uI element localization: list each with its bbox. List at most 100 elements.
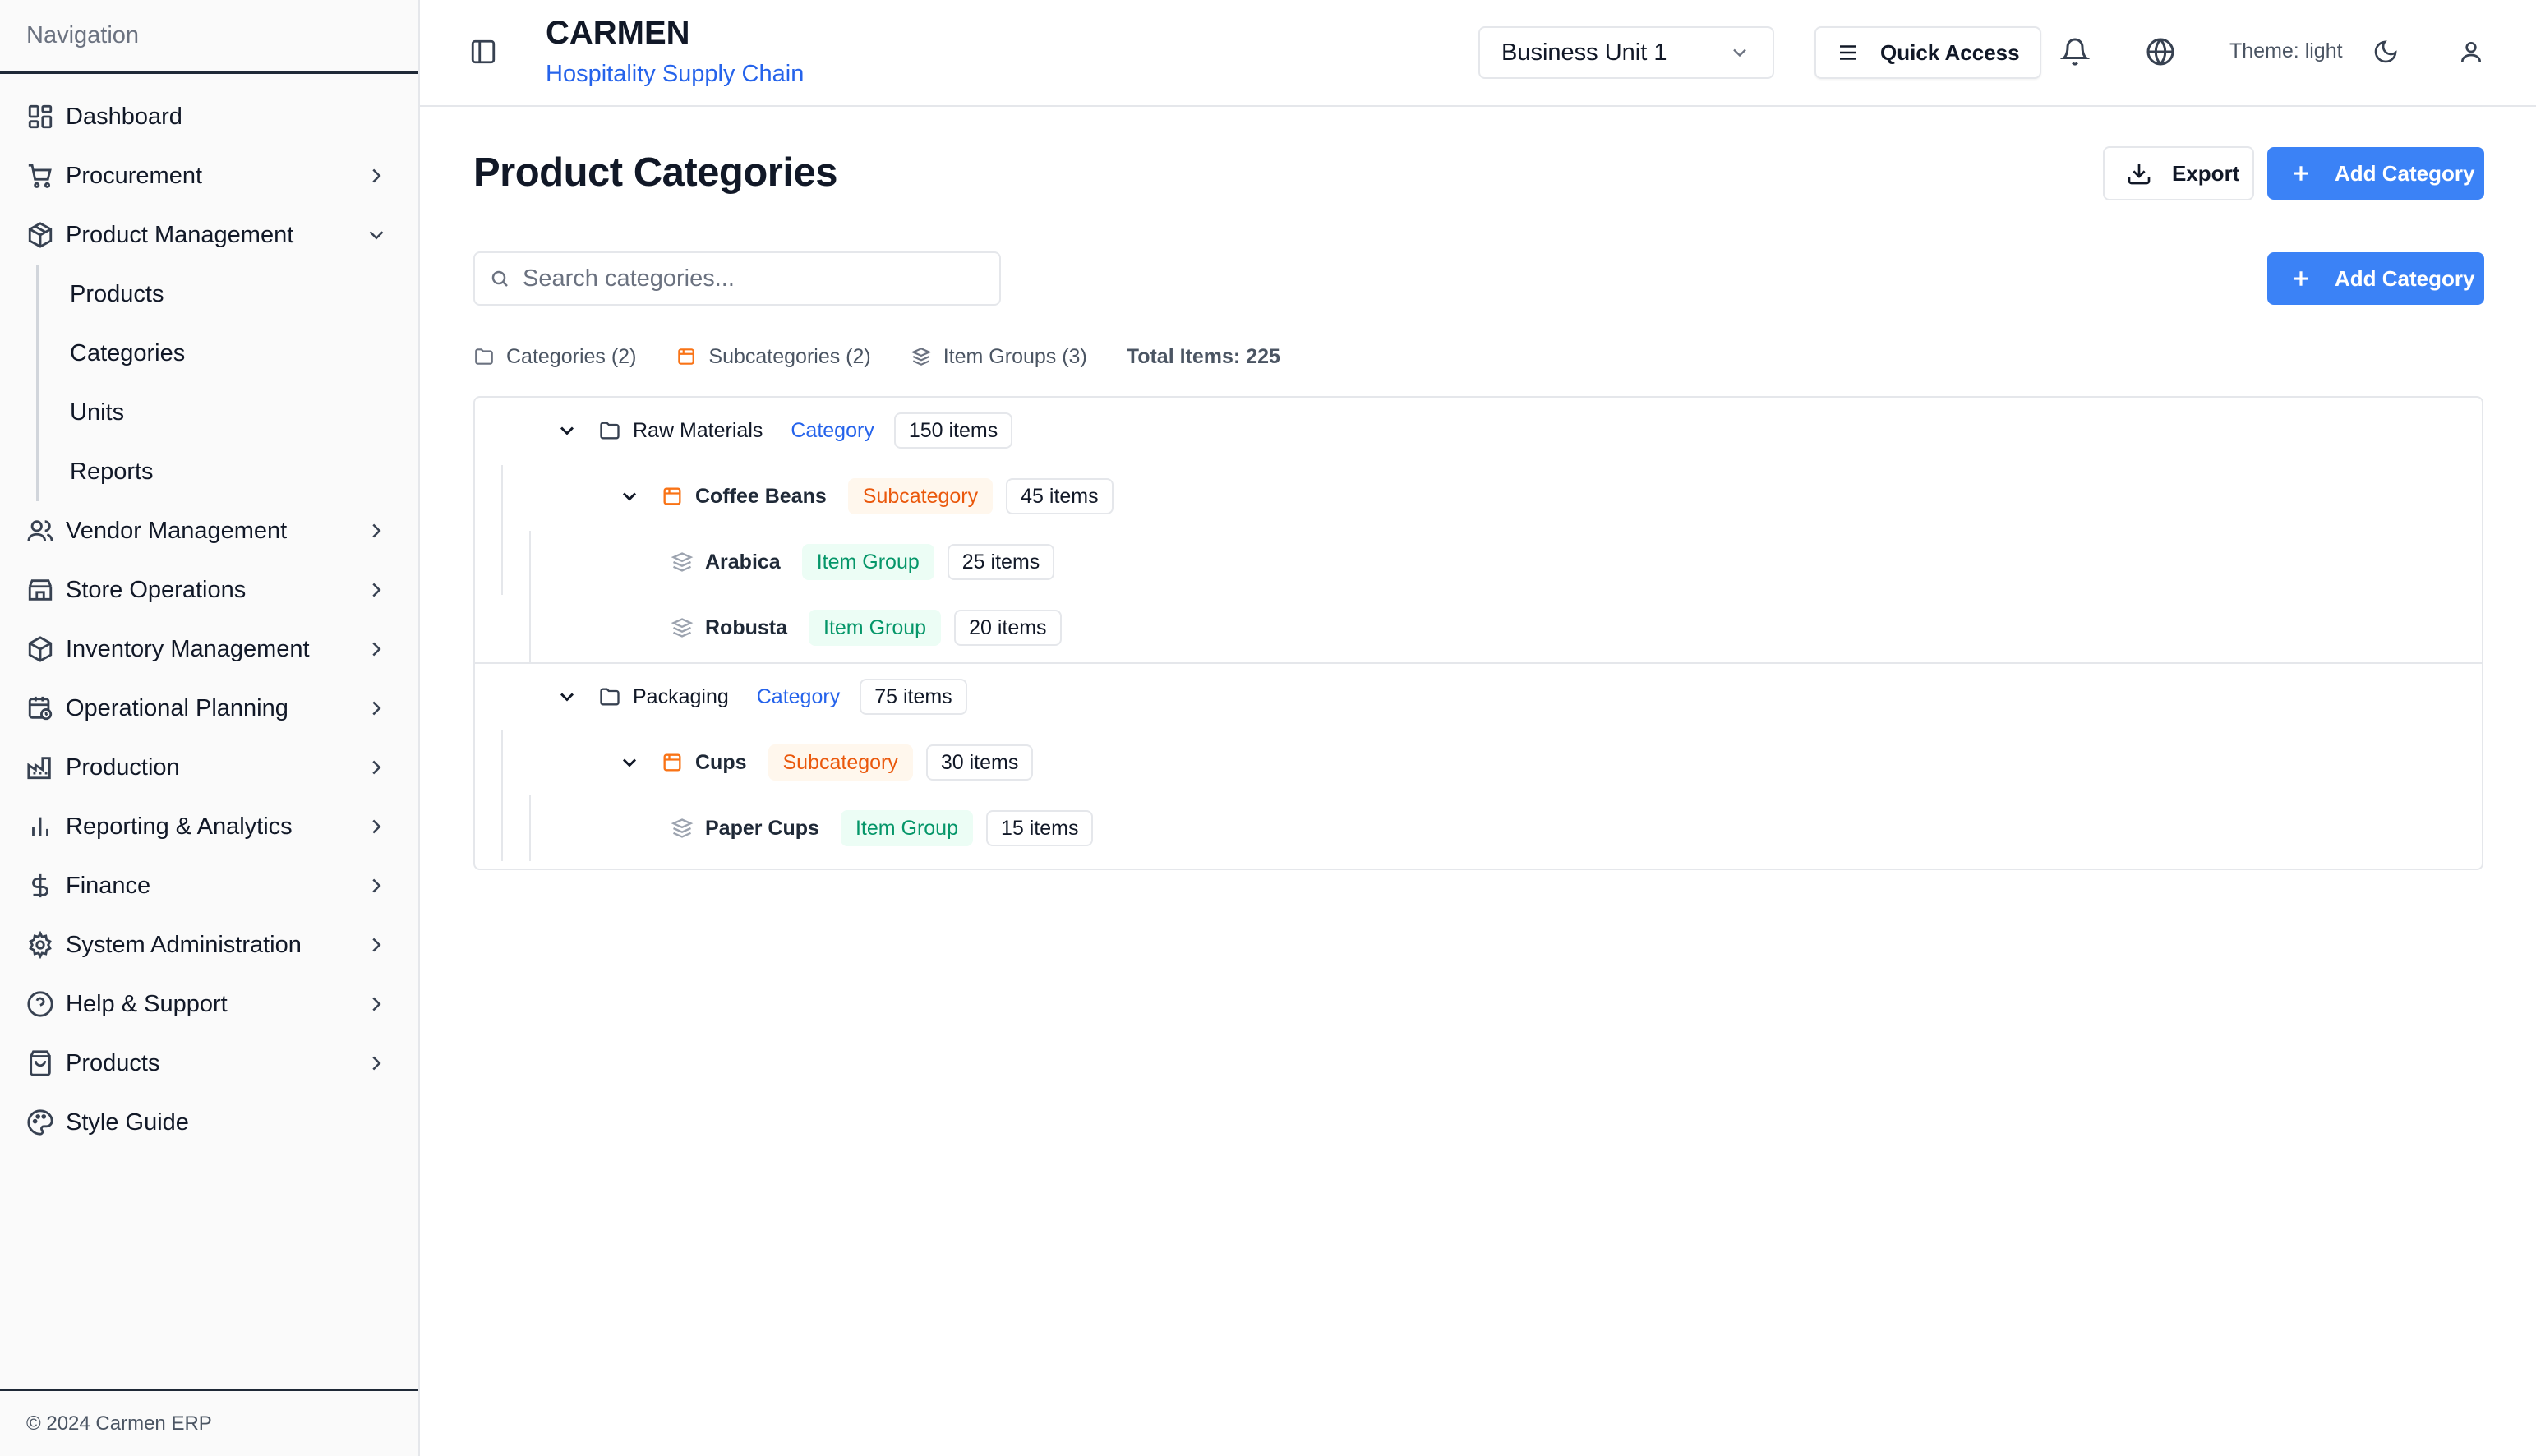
- chevron-right-icon: [372, 938, 381, 952]
- user-icon[interactable]: [2458, 39, 2484, 65]
- sidebar-item-label: Procurement: [66, 162, 203, 189]
- sidebar-item-label: Product Management: [66, 221, 294, 248]
- sidebar-item-production[interactable]: Production: [0, 738, 418, 797]
- tree-row-category[interactable]: Raw Materials Category 150 items: [475, 398, 1013, 463]
- sidebar-item-store-operations[interactable]: Store Operations: [0, 560, 418, 620]
- sidebar-item-help-support[interactable]: Help & Support: [0, 975, 418, 1034]
- product-management-subnav: Products Categories Units Reports: [36, 265, 418, 501]
- stat-categories-label: Categories (2): [506, 344, 637, 368]
- sidebar-item-label: System Administration: [66, 931, 302, 958]
- type-badge: Subcategory: [847, 478, 994, 514]
- box-icon: [28, 636, 53, 662]
- item-count-badge: 15 items: [986, 810, 1094, 846]
- download-icon: [2128, 164, 2151, 185]
- help-circle-icon: [27, 991, 53, 1017]
- chevron-down-icon[interactable]: [556, 419, 579, 442]
- top-bar: CARMEN Hospitality Supply Chain Business…: [420, 0, 2536, 107]
- stat-categories: Categories (2): [473, 345, 636, 369]
- item-count-badge: 45 items: [1006, 478, 1114, 514]
- type-badge: Item Group: [801, 544, 934, 580]
- tree-row-subcategory[interactable]: Coffee Beans Subcategory 45 items: [475, 463, 1114, 529]
- sidebar-header: Navigation: [0, 0, 418, 74]
- node-name: Robusta: [705, 615, 787, 639]
- item-count-badge: 20 items: [954, 610, 1062, 646]
- sidebar-item-operational-planning[interactable]: Operational Planning: [0, 679, 418, 738]
- node-name: Arabica: [705, 550, 781, 574]
- sidebar-item-label: Inventory Management: [66, 635, 310, 662]
- tree-row-item-group[interactable]: Robusta Item Group 20 items: [475, 595, 1062, 661]
- chevron-down-icon: [369, 231, 384, 240]
- chevron-right-icon: [372, 642, 381, 657]
- tree-row-category[interactable]: Packaging Category 75 items: [475, 664, 967, 730]
- layout-grid-icon: [28, 104, 53, 129]
- sidebar-item-products[interactable]: Products: [0, 1034, 418, 1093]
- sidebar-item-label: Production: [66, 753, 180, 781]
- stat-item-groups-label: Item Groups (3): [943, 344, 1087, 368]
- tree-row-subcategory[interactable]: Cups Subcategory 30 items: [475, 730, 1034, 795]
- sidebar-item-label: Store Operations: [66, 576, 247, 603]
- sidebar-item-style-guide[interactable]: Style Guide: [0, 1093, 418, 1152]
- folder-icon: [600, 688, 620, 706]
- add-category-button[interactable]: Add Category: [2267, 147, 2484, 200]
- quick-access-button[interactable]: Quick Access: [1814, 26, 2041, 79]
- sidebar-item-label: Dashboard: [66, 103, 182, 130]
- add-category-button-secondary[interactable]: Add Category: [2267, 252, 2484, 305]
- bar-chart-icon: [32, 817, 48, 836]
- tree-row-item-group[interactable]: Arabica Item Group 25 items: [475, 529, 1055, 595]
- bell-icon[interactable]: [2060, 37, 2090, 67]
- sidebar-item-finance[interactable]: Finance: [0, 856, 418, 915]
- subcategory-icon: [678, 348, 695, 365]
- subcategory-icon: [663, 487, 681, 505]
- plus-icon: [2294, 166, 2308, 181]
- chevron-right-icon: [372, 168, 381, 183]
- sidebar-toggle-icon[interactable]: [469, 38, 497, 66]
- chevron-down-icon[interactable]: [618, 751, 641, 774]
- business-unit-select[interactable]: Business Unit 1: [1478, 26, 1774, 79]
- layers-icon: [911, 348, 932, 366]
- shopping-bag-icon: [30, 1050, 51, 1076]
- chevron-right-icon: [372, 701, 381, 716]
- export-button[interactable]: Export: [2103, 146, 2254, 200]
- chevron-down-icon[interactable]: [618, 485, 641, 508]
- chevron-right-icon: [372, 523, 381, 538]
- layers-icon: [671, 552, 694, 572]
- business-unit-value: Business Unit 1: [1501, 39, 1667, 66]
- app-subtitle: Hospitality Supply Chain: [546, 61, 805, 87]
- sidebar-item-system-administration[interactable]: System Administration: [0, 915, 418, 975]
- item-count-badge: 150 items: [893, 412, 1013, 449]
- item-count-badge: 25 items: [947, 544, 1055, 580]
- stat-subcategories: Subcategories (2): [675, 344, 871, 369]
- palette-icon: [27, 1109, 53, 1136]
- chevron-down-icon[interactable]: [556, 685, 579, 708]
- subnav-item-products[interactable]: Products: [39, 265, 418, 324]
- moon-icon[interactable]: [2372, 39, 2399, 65]
- subnav-item-units[interactable]: Units: [39, 383, 418, 442]
- sidebar-item-label: Operational Planning: [66, 694, 288, 721]
- globe-icon[interactable]: [2146, 37, 2175, 67]
- sidebar-item-procurement[interactable]: Procurement: [0, 146, 418, 205]
- search-input[interactable]: [523, 265, 983, 293]
- page-title: Product Categories: [473, 150, 837, 195]
- chevron-right-icon: [372, 819, 381, 834]
- sidebar-item-label: Vendor Management: [66, 517, 288, 544]
- folder-icon: [600, 422, 620, 440]
- sidebar-item-reporting-analytics[interactable]: Reporting & Analytics: [0, 797, 418, 856]
- store-icon: [28, 579, 53, 601]
- folder-icon: [475, 348, 493, 365]
- sidebar-item-vendor-management[interactable]: Vendor Management: [0, 501, 418, 560]
- stat-item-groups: Item Groups (3): [911, 345, 1087, 369]
- tree-row-item-group[interactable]: Paper Cups Item Group 15 items: [475, 795, 1094, 861]
- stat-total-items: Total Items: 225: [1126, 344, 1280, 368]
- sidebar-item-inventory-management[interactable]: Inventory Management: [0, 620, 418, 679]
- gear-icon: [29, 931, 52, 959]
- subnav-item-reports[interactable]: Reports: [39, 442, 418, 501]
- type-badge: Item Group: [840, 810, 973, 846]
- search-field[interactable]: [473, 251, 1001, 306]
- export-label: Export: [2172, 160, 2240, 186]
- sidebar-item-product-management[interactable]: Product Management: [0, 205, 418, 265]
- shopping-cart-icon: [28, 164, 52, 188]
- category-stats: Categories (2) Subcategories (2) Item Gr…: [473, 342, 1320, 371]
- subnav-item-categories[interactable]: Categories: [39, 324, 418, 383]
- sidebar-item-dashboard[interactable]: Dashboard: [0, 87, 418, 146]
- stat-subcategories-label: Subcategories (2): [708, 344, 871, 368]
